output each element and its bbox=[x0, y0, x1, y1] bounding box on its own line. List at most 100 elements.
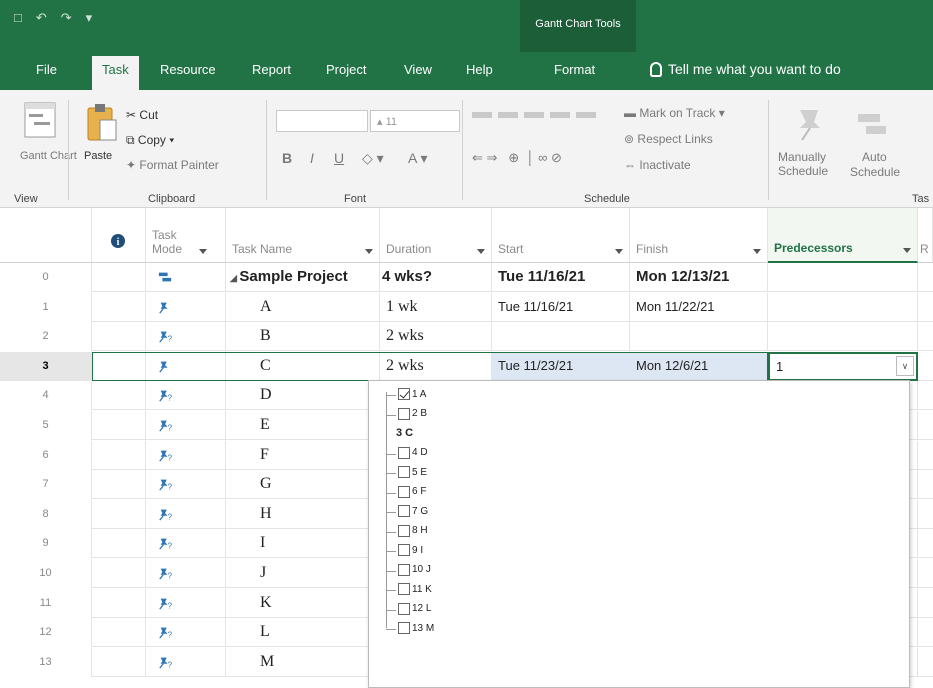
auto-schedule-button[interactable]: Auto bbox=[862, 150, 887, 164]
tab-task[interactable]: Task bbox=[92, 56, 139, 90]
duration-column-header[interactable]: Duration bbox=[380, 208, 492, 263]
predecessor-option[interactable]: 11 K bbox=[386, 583, 432, 595]
predecessors-cell[interactable]: 1 ∨ bbox=[768, 351, 918, 381]
resource-names-column-header[interactable]: R bbox=[918, 208, 933, 263]
tab-project[interactable]: Project bbox=[326, 62, 366, 77]
font-color-button[interactable]: A ▾ bbox=[408, 150, 427, 167]
task-mode-cell[interactable] bbox=[146, 263, 226, 292]
predecessors-column-header[interactable]: Predecessors bbox=[768, 208, 918, 263]
task-name-cell[interactable]: L bbox=[226, 618, 380, 648]
tell-me-box[interactable]: Tell me what you want to do bbox=[650, 61, 841, 77]
bold-button[interactable]: B bbox=[282, 150, 292, 166]
task-name-cell[interactable]: E bbox=[226, 411, 380, 440]
info-cell[interactable] bbox=[92, 529, 146, 559]
row-number[interactable]: 1 bbox=[0, 292, 92, 322]
pushpin-icon[interactable] bbox=[792, 106, 828, 142]
start-cell[interactable]: Tue 11/16/21 bbox=[492, 292, 630, 322]
finish-cell[interactable]: Mon 12/6/21 bbox=[630, 351, 768, 381]
checkbox-icon[interactable] bbox=[398, 524, 410, 537]
task-mode-cell[interactable] bbox=[146, 292, 226, 322]
paste-icon[interactable] bbox=[86, 102, 118, 144]
task-mode-cell[interactable]: ? bbox=[146, 559, 226, 588]
task-name-cell[interactable]: D bbox=[226, 381, 380, 411]
checkbox-icon[interactable] bbox=[398, 505, 410, 517]
predecessor-option[interactable]: 10 J bbox=[386, 563, 431, 576]
task-mode-cell[interactable]: ? bbox=[146, 588, 226, 618]
info-cell[interactable] bbox=[92, 411, 146, 440]
task-name-cell[interactable]: H bbox=[226, 499, 380, 529]
row-number[interactable]: 2 bbox=[0, 322, 92, 352]
checkbox-icon[interactable] bbox=[398, 563, 410, 576]
task-name-cell[interactable]: ◢ Sample Project bbox=[226, 263, 380, 292]
filter-arrow-icon[interactable] bbox=[615, 249, 623, 254]
checkbox-icon[interactable] bbox=[398, 485, 410, 498]
row-number[interactable]: 0 bbox=[0, 263, 92, 292]
checkbox-icon[interactable] bbox=[398, 583, 410, 595]
task-mode-cell[interactable] bbox=[146, 351, 226, 381]
task-name-cell[interactable]: M bbox=[226, 647, 380, 677]
fill-color-button[interactable]: ◇ ▾ bbox=[362, 150, 384, 167]
info-cell[interactable] bbox=[92, 499, 146, 529]
task-mode-cell[interactable]: ? bbox=[146, 618, 226, 648]
predecessor-option[interactable]: 6 F bbox=[386, 485, 426, 498]
filter-arrow-icon[interactable] bbox=[199, 249, 207, 254]
task-name-cell[interactable]: F bbox=[226, 440, 380, 470]
checkbox-icon[interactable] bbox=[398, 407, 410, 420]
predecessors-cell[interactable] bbox=[768, 292, 918, 322]
task-mode-cell[interactable]: ? bbox=[146, 411, 226, 440]
task-mode-cell[interactable]: ? bbox=[146, 381, 226, 411]
info-column-header[interactable]: i bbox=[92, 208, 146, 263]
checkbox-icon[interactable] bbox=[398, 544, 410, 556]
select-all-corner[interactable] bbox=[0, 208, 92, 263]
predecessor-option[interactable]: 1 A bbox=[386, 388, 426, 400]
predecessor-option[interactable]: 7 G bbox=[386, 505, 428, 517]
task-name-cell[interactable]: G bbox=[226, 470, 380, 500]
paste-button-label[interactable]: Paste bbox=[84, 150, 112, 162]
finish-column-header[interactable]: Finish bbox=[630, 208, 768, 263]
format-painter-button[interactable]: ✦ Format Painter bbox=[126, 158, 219, 172]
task-mode-cell[interactable]: ? bbox=[146, 322, 226, 352]
finish-cell[interactable] bbox=[630, 322, 768, 352]
manually-schedule-button[interactable]: Manually Schedule bbox=[778, 150, 828, 178]
task-name-cell[interactable]: A bbox=[226, 292, 380, 322]
row-number[interactable]: 13 bbox=[0, 647, 92, 677]
checkbox-icon[interactable] bbox=[398, 446, 410, 459]
duration-cell[interactable]: 2 wks bbox=[380, 351, 492, 381]
start-column-header[interactable]: Start bbox=[492, 208, 630, 263]
percent-complete-icons[interactable] bbox=[470, 108, 602, 128]
respect-links-button[interactable]: ⊚ Respect Links bbox=[624, 132, 713, 146]
predecessor-option[interactable]: 9 I bbox=[386, 544, 423, 556]
checkbox-icon[interactable] bbox=[398, 466, 410, 478]
tab-format[interactable]: Format bbox=[554, 62, 595, 77]
duration-cell[interactable]: 1 wk bbox=[380, 292, 492, 322]
info-cell[interactable] bbox=[92, 263, 146, 292]
row-number[interactable]: 4 bbox=[0, 381, 92, 411]
info-cell[interactable] bbox=[92, 292, 146, 322]
info-cell[interactable] bbox=[92, 618, 146, 648]
predecessor-option[interactable]: 8 H bbox=[386, 524, 428, 537]
finish-cell[interactable]: Mon 12/13/21 bbox=[630, 263, 768, 292]
row-number[interactable]: 3 bbox=[0, 351, 92, 381]
task-mode-cell[interactable]: ? bbox=[146, 529, 226, 559]
task-mode-cell[interactable]: ? bbox=[146, 440, 226, 470]
filter-arrow-icon[interactable] bbox=[903, 248, 911, 253]
info-cell[interactable] bbox=[92, 559, 146, 588]
predecessors-cell[interactable] bbox=[768, 322, 918, 352]
auto-schedule-icon[interactable] bbox=[854, 106, 890, 142]
gantt-chart-icon[interactable] bbox=[24, 102, 56, 138]
cut-button[interactable]: ✂ Cut bbox=[126, 108, 158, 122]
checkbox-icon[interactable] bbox=[398, 622, 410, 634]
predecessor-option[interactable]: 5 E bbox=[386, 466, 427, 478]
predecessors-dropdown[interactable] bbox=[368, 380, 910, 688]
info-cell[interactable] bbox=[92, 470, 146, 500]
mark-on-track-button[interactable]: ▬ Mark on Track ▾ bbox=[624, 106, 725, 120]
redo-icon[interactable]: ↷ bbox=[61, 10, 72, 26]
tab-help[interactable]: Help bbox=[466, 62, 493, 77]
row-number[interactable]: 12 bbox=[0, 618, 92, 648]
task-name-cell[interactable]: I bbox=[226, 529, 380, 559]
save-icon[interactable]: □ bbox=[14, 10, 22, 26]
table-row[interactable]: 3C2 wks Tue 11/23/21 Mon 12/6/21 1 ∨ bbox=[0, 351, 933, 381]
filter-arrow-icon[interactable] bbox=[753, 249, 761, 254]
row-number[interactable]: 11 bbox=[0, 588, 92, 618]
inactivate-button[interactable]: ⇔ Inactivate bbox=[624, 158, 691, 172]
